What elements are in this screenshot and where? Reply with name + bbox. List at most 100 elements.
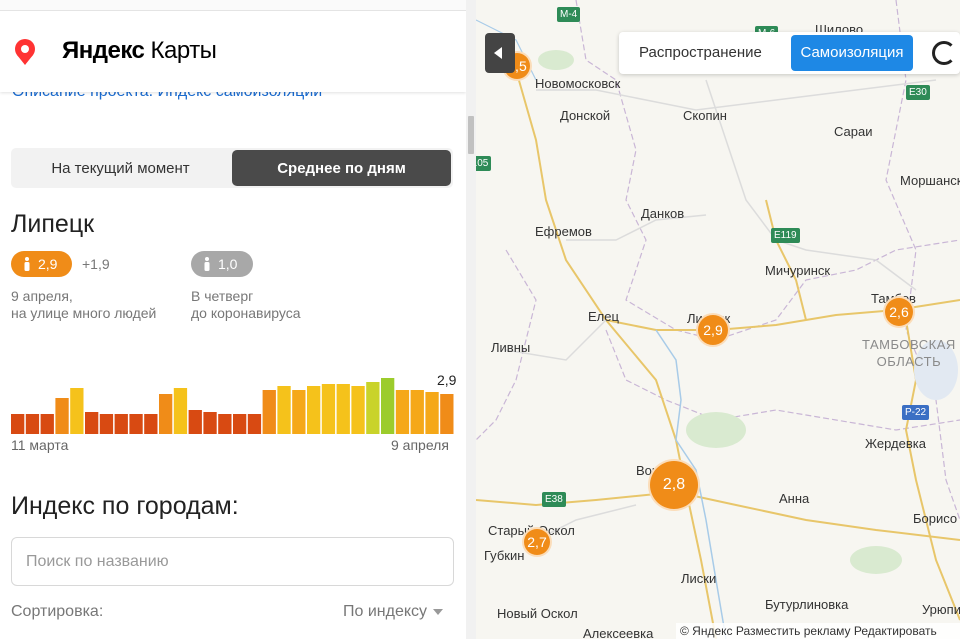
map-index-marker[interactable]: 2,8 (648, 459, 700, 511)
chart-bar[interactable] (277, 386, 291, 434)
tab-current[interactable]: На текущий момент (11, 148, 230, 188)
tab-average[interactable]: Среднее по дням (232, 150, 451, 186)
loading-spinner-icon (932, 41, 956, 65)
browser-top-strip (0, 0, 466, 11)
map-city-label[interactable]: Борисо (913, 511, 957, 526)
map-city-label[interactable]: Алексеевка (583, 626, 653, 639)
cities-section-title: Индекс по городам: (11, 492, 239, 520)
map-city-label[interactable]: Анна (779, 491, 809, 506)
map-city-label[interactable]: Данков (641, 206, 684, 221)
mode-isolation-button[interactable]: Самоизоляция (791, 35, 913, 71)
chart-bar[interactable] (40, 414, 54, 434)
chart-bar[interactable] (321, 384, 336, 434)
chevron-down-icon (433, 608, 444, 615)
chart-bar[interactable] (203, 412, 217, 434)
chart-bar[interactable] (292, 390, 306, 434)
map-city-label[interactable]: Сараи (834, 124, 873, 139)
baseline-index-value: 1,0 (218, 256, 238, 272)
map-city-label[interactable]: Новый Оскол (497, 606, 578, 621)
map-city-label[interactable]: Скопин (683, 108, 727, 123)
logo-light: Карты (144, 37, 217, 64)
map-index-marker[interactable]: 2,6 (883, 296, 915, 328)
chart-bar[interactable] (218, 414, 232, 434)
chart-bar[interactable] (262, 390, 276, 434)
road-shield: E105 (476, 156, 492, 171)
map-city-label[interactable]: Моршанск (900, 173, 960, 188)
person-icon (24, 257, 30, 271)
scrollbar-thumb[interactable] (468, 116, 474, 154)
mode-toggle: На текущий момент Среднее по дням (11, 148, 453, 188)
map-index-marker[interactable]: 2,7 (522, 527, 552, 557)
map-city-label[interactable]: Губкин (484, 548, 524, 563)
map-index-marker[interactable]: 2,9 (696, 313, 730, 347)
chart-bar[interactable] (129, 414, 143, 434)
chart-bar[interactable] (395, 390, 410, 434)
chart-bar[interactable] (247, 414, 262, 434)
baseline-index-note: В четверг до коронавируса (191, 288, 301, 322)
city-title: Липецк (11, 210, 95, 238)
yandex-maps-pin-icon (15, 39, 35, 65)
sort-value: По индексу (343, 603, 428, 620)
map-region-label: ТАМБОВСКАЯ ОБЛАСТЬ (862, 337, 956, 369)
chart-bar[interactable] (99, 414, 114, 434)
chart-bar[interactable] (25, 414, 40, 434)
baseline-note-line2: до коронавируса (191, 305, 301, 321)
chart-start-label: 11 марта (11, 437, 69, 453)
person-icon (204, 257, 210, 271)
chart-last-value-label: 2,9 (437, 372, 457, 388)
mode-spread-button[interactable]: Распространение (639, 35, 762, 71)
baseline-index-badge: 1,0 (191, 251, 253, 277)
current-index-note: 9 апреля, на улице много людей (11, 288, 156, 322)
map-city-label[interactable]: Лиски (681, 571, 716, 586)
chart-bar[interactable] (440, 394, 454, 434)
map-city-label[interactable]: Мичуринск (765, 263, 830, 278)
chart-bar[interactable] (144, 414, 158, 434)
map-copyright-bar[interactable]: © Яндекс Разместить рекламу Редактироват… (676, 623, 960, 639)
chart-bar[interactable] (55, 398, 69, 434)
map-mode-switch: Распространение Самоизоляция (619, 32, 960, 74)
road-shield: P-22 (902, 405, 930, 420)
chart-bar[interactable] (425, 392, 439, 434)
road-shield: M-4 (557, 7, 581, 22)
map-city-label[interactable]: Новомосковск (535, 76, 620, 91)
map-city-label[interactable]: Донской (560, 108, 610, 123)
chart-bar[interactable] (366, 382, 380, 434)
chart-bar[interactable] (159, 394, 173, 434)
map-city-label[interactable]: Ефремов (535, 224, 592, 239)
city-search-input[interactable] (11, 537, 454, 586)
road-shield: E30 (906, 85, 930, 100)
chart-bar[interactable] (114, 414, 128, 434)
current-note-line2: на улице много людей (11, 305, 157, 321)
map-canvas[interactable]: Новомосковск Донской Скопин Шилово Сараи… (476, 0, 960, 639)
chart-bar[interactable] (85, 412, 99, 434)
current-index-value: 2,9 (38, 256, 58, 272)
chart-bar[interactable] (188, 410, 202, 434)
map-city-label[interactable]: Урюпи (922, 602, 960, 617)
index-delta: +1,9 (82, 256, 110, 272)
panel-header: Яндекс Карты (0, 0, 466, 92)
map-city-label[interactable]: Ливны (491, 340, 530, 355)
chart-bar[interactable] (381, 378, 395, 434)
baseline-note-line1: В четверг (191, 288, 254, 304)
collapse-panel-button[interactable] (485, 33, 515, 73)
map-city-label[interactable]: Бутурлиновка (765, 597, 848, 612)
logo-bold: Яндекс (62, 37, 145, 64)
daily-index-chart (11, 378, 454, 434)
road-shield: E38 (542, 492, 566, 507)
map-city-label[interactable]: Жердевка (865, 436, 926, 451)
road-shield: E119 (771, 228, 800, 243)
chart-bar[interactable] (410, 390, 424, 434)
panel-scrollbar[interactable] (466, 0, 476, 639)
chart-bar[interactable] (351, 386, 365, 434)
chart-bar[interactable] (70, 388, 84, 434)
chart-end-label: 9 апреля (391, 437, 449, 453)
chart-bar[interactable] (233, 414, 247, 434)
chart-bar[interactable] (11, 414, 25, 434)
map-city-label[interactable]: Елец (588, 309, 619, 324)
current-index-badge: 2,9 (11, 251, 72, 277)
chart-bar[interactable] (307, 386, 321, 434)
side-panel: Яндекс Карты Описание проекта. Индекс са… (0, 0, 466, 639)
chart-bar[interactable] (173, 388, 188, 434)
sort-dropdown[interactable]: По индексу (343, 603, 444, 621)
chart-bar[interactable] (336, 384, 350, 434)
